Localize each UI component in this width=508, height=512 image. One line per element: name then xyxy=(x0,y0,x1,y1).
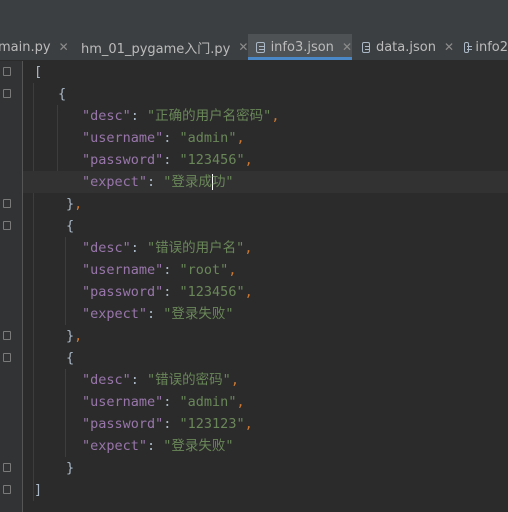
code-line: }, xyxy=(66,196,83,212)
code-line: "username": "root", xyxy=(82,262,237,278)
tab-label: data.json xyxy=(375,39,436,55)
code-line: "username": "admin", xyxy=(82,394,245,410)
fold-marker-icon[interactable] xyxy=(3,331,11,340)
fold-marker-icon[interactable] xyxy=(3,89,11,98)
tab-main-py[interactable]: main.py ✕ xyxy=(0,34,69,60)
fold-marker-icon[interactable] xyxy=(3,485,11,494)
tab-info3-json[interactable]: info3.json ✕ xyxy=(248,34,352,60)
code-line: ] xyxy=(34,482,43,498)
fold-marker-icon[interactable] xyxy=(3,463,11,472)
close-icon[interactable]: ✕ xyxy=(238,40,248,54)
fold-marker-icon[interactable] xyxy=(3,67,11,76)
code-line: "password": "123456", xyxy=(82,152,253,168)
code-line: } xyxy=(66,460,75,476)
tab-label: hm_01_pygame入门.py xyxy=(81,41,231,57)
editor-gutter xyxy=(0,61,23,512)
code-line: "desc": "错误的用户名", xyxy=(82,240,253,256)
code-editor[interactable]: [ { "desc": "正确的用户名密码", "username": "adm… xyxy=(23,61,508,512)
code-line: [ xyxy=(34,64,43,80)
code-line: "password": "123456", xyxy=(82,284,253,300)
close-icon[interactable]: ✕ xyxy=(342,40,352,54)
json-file-icon xyxy=(362,41,370,53)
code-line: { xyxy=(58,86,67,102)
tab-label: info3.json xyxy=(270,39,334,55)
code-line: }, xyxy=(66,328,83,344)
fold-marker-icon[interactable] xyxy=(3,221,11,230)
code-line: { xyxy=(66,350,75,366)
code-line-current: "expect": "登录成功" xyxy=(23,171,508,193)
code-line: "password": "123123", xyxy=(82,416,253,432)
json-file-icon xyxy=(464,41,473,53)
editor-tab-bar: main.py ✕ hm_01_pygame入门.py ✕ info3.json… xyxy=(0,34,508,61)
title-toolbar xyxy=(0,0,508,35)
json-file-icon xyxy=(256,41,265,53)
code-line: "desc": "正确的用户名密码", xyxy=(82,108,280,124)
code-line: "desc": "错误的密码", xyxy=(82,372,239,388)
tab-data-json[interactable]: data.json ✕ xyxy=(362,34,454,60)
code-line: "expect": "登录失败" xyxy=(82,306,234,322)
fold-marker-icon[interactable] xyxy=(3,353,11,362)
fold-marker-icon[interactable] xyxy=(3,199,11,208)
tab-hm-01-pygame[interactable]: hm_01_pygame入门.py ✕ xyxy=(75,34,248,60)
tab-label: main.py xyxy=(0,39,51,55)
tab-label: info2 xyxy=(475,39,508,55)
code-line: "expect": "登录失败" xyxy=(82,438,234,454)
close-icon[interactable]: ✕ xyxy=(444,40,454,54)
code-line: "username": "admin", xyxy=(82,130,245,146)
code-line: { xyxy=(66,218,75,234)
tab-info2[interactable]: info2 xyxy=(464,34,508,60)
close-icon[interactable]: ✕ xyxy=(59,40,69,54)
